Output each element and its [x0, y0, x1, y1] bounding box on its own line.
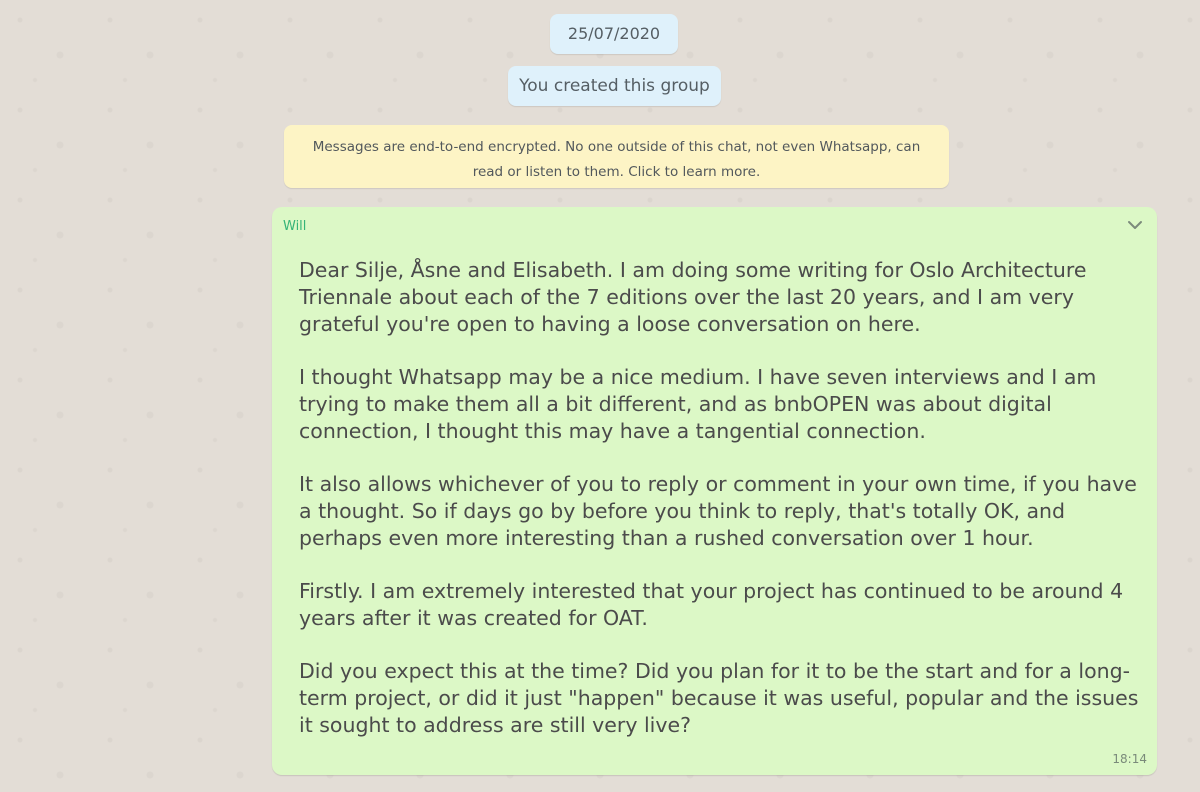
message-sender-name: Will — [283, 219, 307, 234]
message-text: Dear Silje, Åsne and Elisabeth. I am doi… — [299, 257, 1139, 739]
encryption-notice-line-1: Messages are end-to-end encrypted. No on… — [312, 139, 921, 155]
message-bubble[interactable]: Will Dear Silje, Åsne and Elisabeth. I a… — [272, 207, 1157, 775]
date-pill: 25/07/2020 — [550, 14, 678, 54]
encryption-notice-line-2: read or listen to them. Click to learn m… — [472, 164, 761, 180]
message-paragraph: Dear Silje, Åsne and Elisabeth. I am doi… — [299, 258, 1087, 336]
chevron-down-icon[interactable] — [1125, 217, 1145, 233]
message-paragraph: Firstly. I am extremely interested that … — [299, 579, 1124, 630]
message-paragraph: I thought Whatsapp may be a nice medium.… — [299, 365, 1097, 443]
message-timestamp: 18:14 — [1112, 752, 1147, 766]
system-message-group-created: You created this group — [508, 66, 721, 106]
message-paragraph: It also allows whichever of you to reply… — [299, 472, 1137, 550]
encryption-notice[interactable]: Messages are end-to-end encrypted. No on… — [284, 125, 949, 188]
chat-panel: 25/07/2020 You created this group Messag… — [0, 0, 1200, 792]
message-paragraph: Did you expect this at the time? Did you… — [299, 659, 1139, 737]
